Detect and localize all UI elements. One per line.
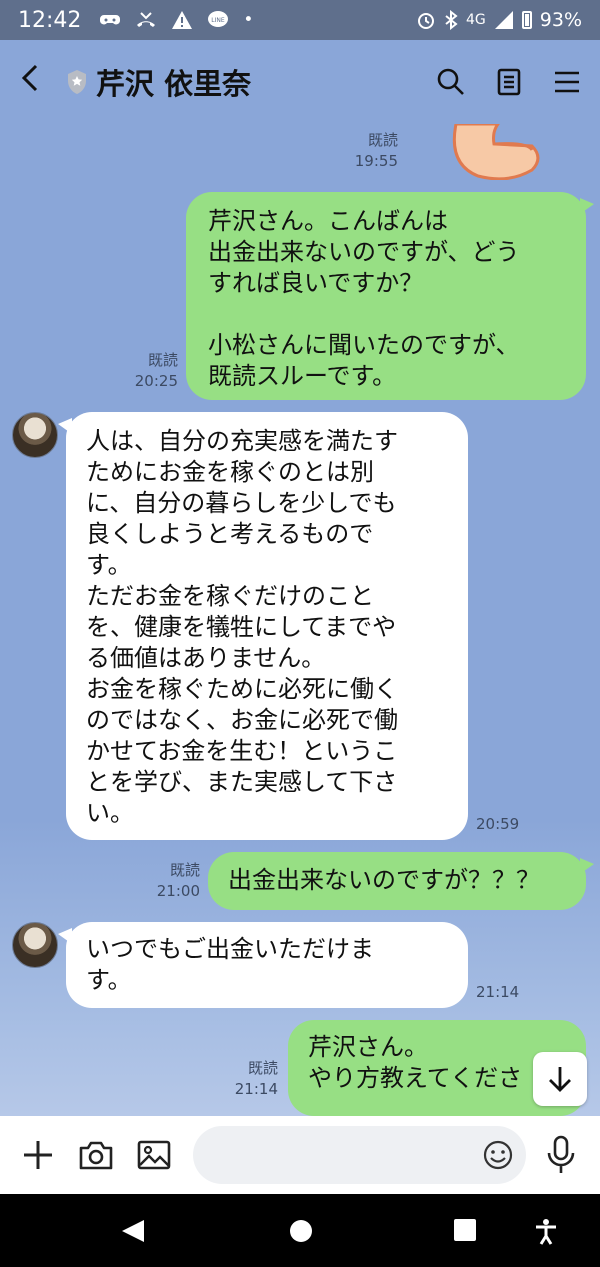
message-bubble-received[interactable]: いつでもご出金いただけま す。 [58, 922, 468, 1008]
missed-call-icon [137, 12, 156, 27]
svg-text:LINE: LINE [212, 17, 226, 24]
alarm-icon [418, 13, 434, 29]
status-right: 4G 93% [416, 9, 582, 31]
chat-header: 芹沢 依里奈 [0, 40, 600, 124]
status-time: 12:42 [18, 7, 82, 33]
message-meta: 既読 19:55 [340, 130, 398, 172]
read-receipt: 既読 [247, 1059, 278, 1077]
nav-back-icon[interactable] [120, 1218, 146, 1244]
message-meta: 20:59 [476, 814, 546, 835]
message-input-bar [0, 1116, 600, 1194]
battery-icon [521, 11, 532, 29]
network-type: 4G [466, 12, 486, 28]
back-button[interactable] [18, 62, 58, 103]
message-time: 20:59 [476, 815, 520, 833]
bluetooth-icon [445, 10, 458, 30]
more-notifications-dot-icon: • [243, 10, 254, 30]
camera-icon [79, 1141, 113, 1170]
battery-percent: 93% [539, 9, 582, 31]
message-bubble-sent[interactable]: 出金出来ないのですが？？？ [208, 852, 594, 910]
header-actions [436, 67, 582, 97]
message-meta: 既読 21:00 [140, 860, 200, 902]
nav-recents-icon[interactable] [453, 1218, 477, 1242]
chat-title: 芹沢 依里奈 [96, 67, 252, 101]
status-bar: 12:42 LINE • 4G 93% [0, 0, 600, 40]
signal-icon [494, 11, 513, 29]
message-input[interactable] [193, 1126, 526, 1184]
message-time: 21:00 [156, 882, 200, 900]
scroll-to-bottom-button[interactable] [533, 1052, 587, 1106]
message-bubble-sent[interactable]: 芹沢さん。こんばんは 出金出来ないのですが、どう すれば良いですか？ 小松さんに… [186, 192, 594, 400]
warning-icon [172, 11, 193, 29]
message-time: 19:55 [354, 152, 398, 170]
nav-home-icon[interactable] [288, 1218, 314, 1244]
avatar[interactable] [12, 412, 58, 458]
emoji-icon[interactable] [482, 1139, 514, 1171]
notes-icon[interactable] [494, 67, 524, 97]
chat-area[interactable]: 既読 19:55 既読 20:25 芹沢さん。こんばんは 出金出来ないのですが、… [0, 124, 600, 1116]
message-time: 21:14 [476, 983, 520, 1001]
microphone-icon[interactable] [545, 1135, 577, 1175]
message-meta: 21:14 [476, 982, 546, 1003]
arrow-down-icon [549, 1067, 571, 1092]
camera-button[interactable] [76, 1135, 116, 1175]
search-icon[interactable] [436, 67, 466, 97]
message-time: 21:14 [234, 1080, 278, 1098]
read-receipt: 既読 [147, 351, 178, 369]
line-app-icon: LINE [208, 11, 229, 27]
add-button[interactable] [18, 1135, 58, 1175]
message-bubble-received[interactable]: 人は、自分の充実感を満たす ためにお金を稼ぐのとは別 に、自分の暮らしを少しでも… [58, 412, 468, 840]
accessibility-icon[interactable] [534, 1218, 558, 1246]
sticker-image [452, 124, 540, 180]
shield-icon [68, 70, 86, 94]
image-icon [137, 1140, 171, 1170]
chevron-left-icon [21, 64, 38, 91]
plus-icon [24, 1141, 52, 1169]
message-meta: 既読 20:25 [118, 350, 178, 392]
avatar[interactable] [12, 922, 58, 968]
menu-icon[interactable] [552, 67, 582, 97]
system-nav-bar [0, 1194, 600, 1267]
message-meta: 既読 21:14 [218, 1058, 278, 1100]
notification-icons: LINE • [99, 10, 253, 30]
gamepad-icon [100, 15, 121, 25]
read-receipt: 既読 [367, 131, 398, 149]
gallery-button[interactable] [134, 1135, 174, 1175]
read-receipt: 既読 [169, 861, 200, 879]
message-time: 20:25 [134, 372, 178, 390]
